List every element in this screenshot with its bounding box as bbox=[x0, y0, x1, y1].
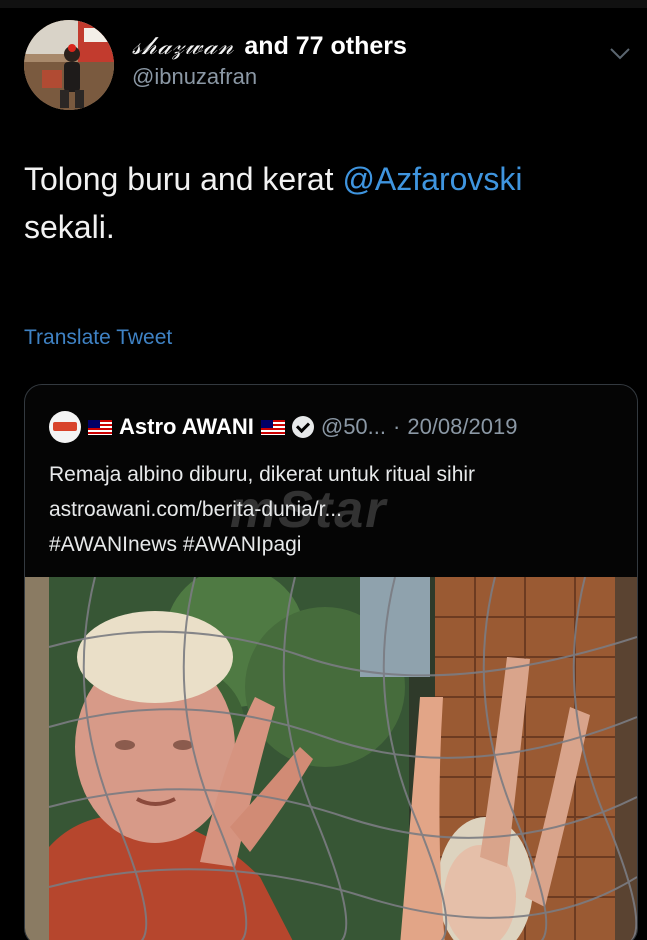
mention-link[interactable]: @Azfarovski bbox=[342, 161, 522, 197]
quoted-tweet-card[interactable]: Astro AWANI @50... · 20/08/2019 mStar Re… bbox=[24, 384, 638, 940]
quoted-text-line: Remaja albino diburu, dikerat untuk ritu… bbox=[49, 463, 476, 486]
quoted-hashtags[interactable]: #AWANInews #AWANIpagi bbox=[49, 527, 619, 562]
malaysia-flag-icon bbox=[260, 419, 285, 435]
author-row: 𝓈𝒽𝒶𝓏𝓌𝒶𝓃 and 77 others bbox=[132, 30, 592, 62]
tweet-header: 𝓈𝒽𝒶𝓏𝓌𝒶𝓃 and 77 others @ibnuzafran bbox=[132, 30, 592, 90]
tweet-screen: 𝓈𝒽𝒶𝓏𝓌𝒶𝓃 and 77 others @ibnuzafran Tolong… bbox=[0, 0, 647, 940]
avatar-image bbox=[24, 20, 114, 110]
status-bar-edge bbox=[0, 0, 647, 8]
chevron-down-icon[interactable] bbox=[605, 38, 635, 68]
quoted-link[interactable]: astroawani.com/berita-dunia/r... bbox=[49, 492, 619, 527]
tweet-text-after: sekali. bbox=[24, 209, 115, 245]
quoted-media-image[interactable] bbox=[25, 577, 637, 940]
malaysia-flag-icon bbox=[88, 419, 112, 435]
tweet-text: Tolong buru and kerat @Azfarovski sekali… bbox=[24, 155, 614, 251]
quoted-author-name[interactable]: Astro AWANI bbox=[119, 414, 254, 440]
others-count[interactable]: and 77 others bbox=[244, 30, 407, 62]
author-handle[interactable]: @ibnuzafran bbox=[132, 64, 592, 90]
verified-badge-icon bbox=[291, 416, 314, 438]
quoted-tweet-text: Remaja albino diburu, dikerat untuk ritu… bbox=[49, 457, 619, 562]
translate-tweet-link[interactable]: Translate Tweet bbox=[24, 326, 172, 350]
tweet-text-before: Tolong buru and kerat bbox=[24, 161, 343, 197]
astro-awani-logo bbox=[49, 411, 81, 443]
meta-separator: · bbox=[393, 414, 401, 439]
quoted-tweet-date: 20/08/2019 bbox=[407, 414, 518, 439]
quoted-author-handle[interactable]: @50... bbox=[321, 414, 386, 440]
avatar[interactable] bbox=[24, 20, 114, 110]
author-display-name[interactable]: 𝓈𝒽𝒶𝓏𝓌𝒶𝓃 bbox=[132, 30, 234, 62]
quoted-tweet-header: Astro AWANI @50... · 20/08/2019 bbox=[49, 411, 517, 443]
